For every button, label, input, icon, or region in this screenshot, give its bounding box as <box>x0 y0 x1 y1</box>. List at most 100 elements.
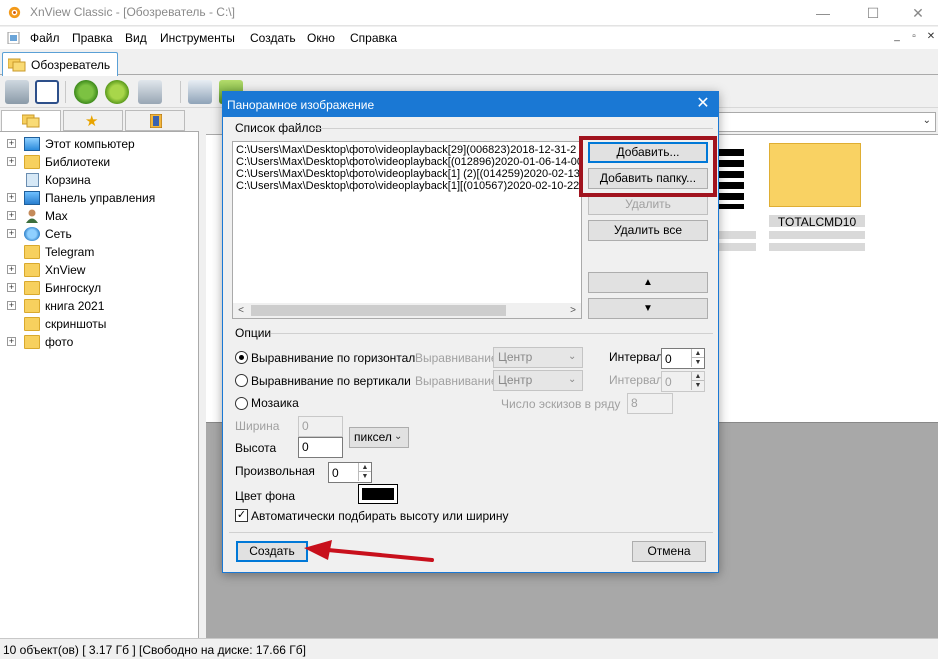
combo-value: Центр <box>498 373 533 387</box>
horizontal-align-radio[interactable] <box>235 351 248 364</box>
tab-categories[interactable] <box>125 110 185 131</box>
chevron-left-icon[interactable]: < <box>233 303 249 318</box>
move-icon[interactable] <box>138 80 162 104</box>
tree-item-label: XnView <box>45 263 86 277</box>
menu-file[interactable]: Файл <box>30 31 60 45</box>
vertical-align-combobox[interactable]: Центр ⌄ <box>493 370 583 391</box>
maximize-button[interactable]: ☐ <box>850 0 896 26</box>
height-field[interactable]: 0 <box>298 437 343 458</box>
mosaic-label: Мозаика <box>251 396 299 410</box>
left-panel-tabs: ★ <box>0 108 199 132</box>
interval-spinner[interactable]: 0 ▲ ▼ <box>661 371 705 392</box>
spinner-value: 0 <box>332 466 339 480</box>
list-item[interactable]: C:\Users\Max\Desktop\фото\videoplayback[… <box>236 144 580 156</box>
file-list[interactable]: C:\Users\Max\Desktop\фото\videoplayback[… <box>232 141 582 319</box>
drive-icon[interactable] <box>5 80 29 104</box>
custom-label: Произвольная <box>235 464 315 478</box>
dialog-title: Панорамное изображение <box>227 98 375 112</box>
tab-favorites[interactable]: ★ <box>63 110 123 131</box>
vertical-align-radio[interactable] <box>235 374 248 387</box>
bottom-divider <box>229 532 713 533</box>
tab-folders[interactable] <box>1 110 61 131</box>
folder-thumbnail[interactable] <box>769 143 861 207</box>
spin-up-icon[interactable]: ▲ <box>358 463 371 472</box>
menu-view[interactable]: Вид <box>125 31 147 45</box>
spin-down-icon[interactable]: ▼ <box>691 381 704 390</box>
tree-item-label: Панель управления <box>45 191 156 205</box>
status-text: 10 объект(ов) [ 3.17 Гб ] [Свободно на д… <box>3 643 306 657</box>
menu-tools[interactable]: Инструменты <box>160 31 235 45</box>
menu-create[interactable]: Создать <box>250 31 296 45</box>
scrollbar-thumb[interactable] <box>251 305 506 316</box>
spin-up-icon[interactable]: ▲ <box>691 372 704 381</box>
move-up-button[interactable]: ▲ <box>588 272 708 293</box>
path-combobox[interactable]: ⌄ <box>714 112 936 132</box>
cancel-button[interactable]: Отмена <box>632 541 706 562</box>
width-field[interactable]: 0 <box>298 416 343 437</box>
menu-help[interactable]: Справка <box>350 31 397 45</box>
tree-item-label: книга 2021 <box>45 299 105 313</box>
combo-value: Центр <box>498 350 533 364</box>
chevron-down-icon: ⌄ <box>568 351 577 362</box>
horizontal-align-combobox[interactable]: Центр ⌄ <box>493 347 583 368</box>
close-window-button[interactable]: ✕ <box>895 0 938 26</box>
tab-bar: Обозреватель <box>0 50 938 76</box>
computer-icon <box>24 137 40 151</box>
dialog-close-button[interactable]: ✕ <box>692 94 714 114</box>
fullscreen-icon[interactable] <box>35 80 59 104</box>
tree-item-label: Библиотеки <box>45 155 111 169</box>
remove-all-button[interactable]: Удалить все <box>588 220 708 241</box>
horizontal-scrollbar[interactable]: < > <box>233 303 581 318</box>
bg-color-swatch <box>362 488 394 500</box>
spin-down-icon[interactable]: ▼ <box>358 472 371 481</box>
thumbs-per-row-field[interactable]: 8 <box>627 393 673 414</box>
chevron-right-icon[interactable]: > <box>565 303 581 318</box>
folder-icon <box>24 281 40 295</box>
panel-splitter[interactable] <box>199 108 206 638</box>
expand-icon[interactable]: + <box>7 229 16 238</box>
menu-window[interactable]: Окно <box>307 31 335 45</box>
expand-icon[interactable]: + <box>7 139 16 148</box>
expand-icon[interactable]: + <box>7 211 16 220</box>
spin-up-icon[interactable]: ▲ <box>691 349 704 358</box>
remove-button[interactable]: Удалить <box>588 194 708 215</box>
bg-color-button[interactable] <box>358 484 398 504</box>
mosaic-radio[interactable] <box>235 397 248 410</box>
expand-icon[interactable]: + <box>7 193 16 202</box>
folder-icon <box>24 299 40 313</box>
create-button[interactable]: Создать <box>236 541 308 562</box>
mdi-restore-button[interactable]: ▫ <box>907 31 921 45</box>
list-item[interactable]: C:\Users\Max\Desktop\фото\videoplayback[… <box>236 168 580 180</box>
folder-icon <box>24 335 40 349</box>
libraries-icon <box>24 155 40 169</box>
mdi-close-button[interactable]: ✕ <box>924 31 938 45</box>
menu-edit[interactable]: Правка <box>72 31 113 45</box>
group-divider <box>313 128 713 129</box>
expand-icon[interactable]: + <box>7 265 16 274</box>
mdi-minimize-button[interactable]: _ <box>890 31 904 45</box>
expand-icon[interactable]: + <box>7 337 16 346</box>
tree-item-label: Корзина <box>45 173 91 187</box>
list-item[interactable]: C:\Users\Max\Desktop\фото\videoplayback[… <box>236 180 580 192</box>
expand-icon[interactable]: + <box>7 157 16 166</box>
refresh-icon[interactable] <box>74 80 98 104</box>
auto-size-label: Автоматически подбирать высоту или ширин… <box>251 509 509 523</box>
interval-spinner[interactable]: 0 ▲ ▼ <box>661 348 705 369</box>
auto-size-checkbox[interactable]: ✓ <box>235 509 248 522</box>
spin-down-icon[interactable]: ▼ <box>691 358 704 367</box>
interval-label: Интервал <box>609 350 663 364</box>
expand-icon[interactable]: + <box>7 283 16 292</box>
sync-icon[interactable] <box>105 80 129 104</box>
height-label: Высота <box>235 441 277 455</box>
minimize-button[interactable]: — <box>800 0 846 26</box>
unit-combobox[interactable]: пиксел ⌄ <box>349 427 409 448</box>
categories-icon <box>150 114 162 128</box>
vertical-align-label: Выравнивание по вертикали <box>251 374 411 388</box>
custom-spinner[interactable]: 0 ▲ ▼ <box>328 462 372 483</box>
expand-icon[interactable]: + <box>7 301 16 310</box>
list-item[interactable]: C:\Users\Max\Desktop\фото\videoplayback[… <box>236 156 580 168</box>
tab-browser[interactable]: Обозреватель <box>2 52 118 76</box>
info-icon[interactable] <box>188 80 212 104</box>
move-down-button[interactable]: ▼ <box>588 298 708 319</box>
annotation-arrow-icon <box>304 540 434 562</box>
